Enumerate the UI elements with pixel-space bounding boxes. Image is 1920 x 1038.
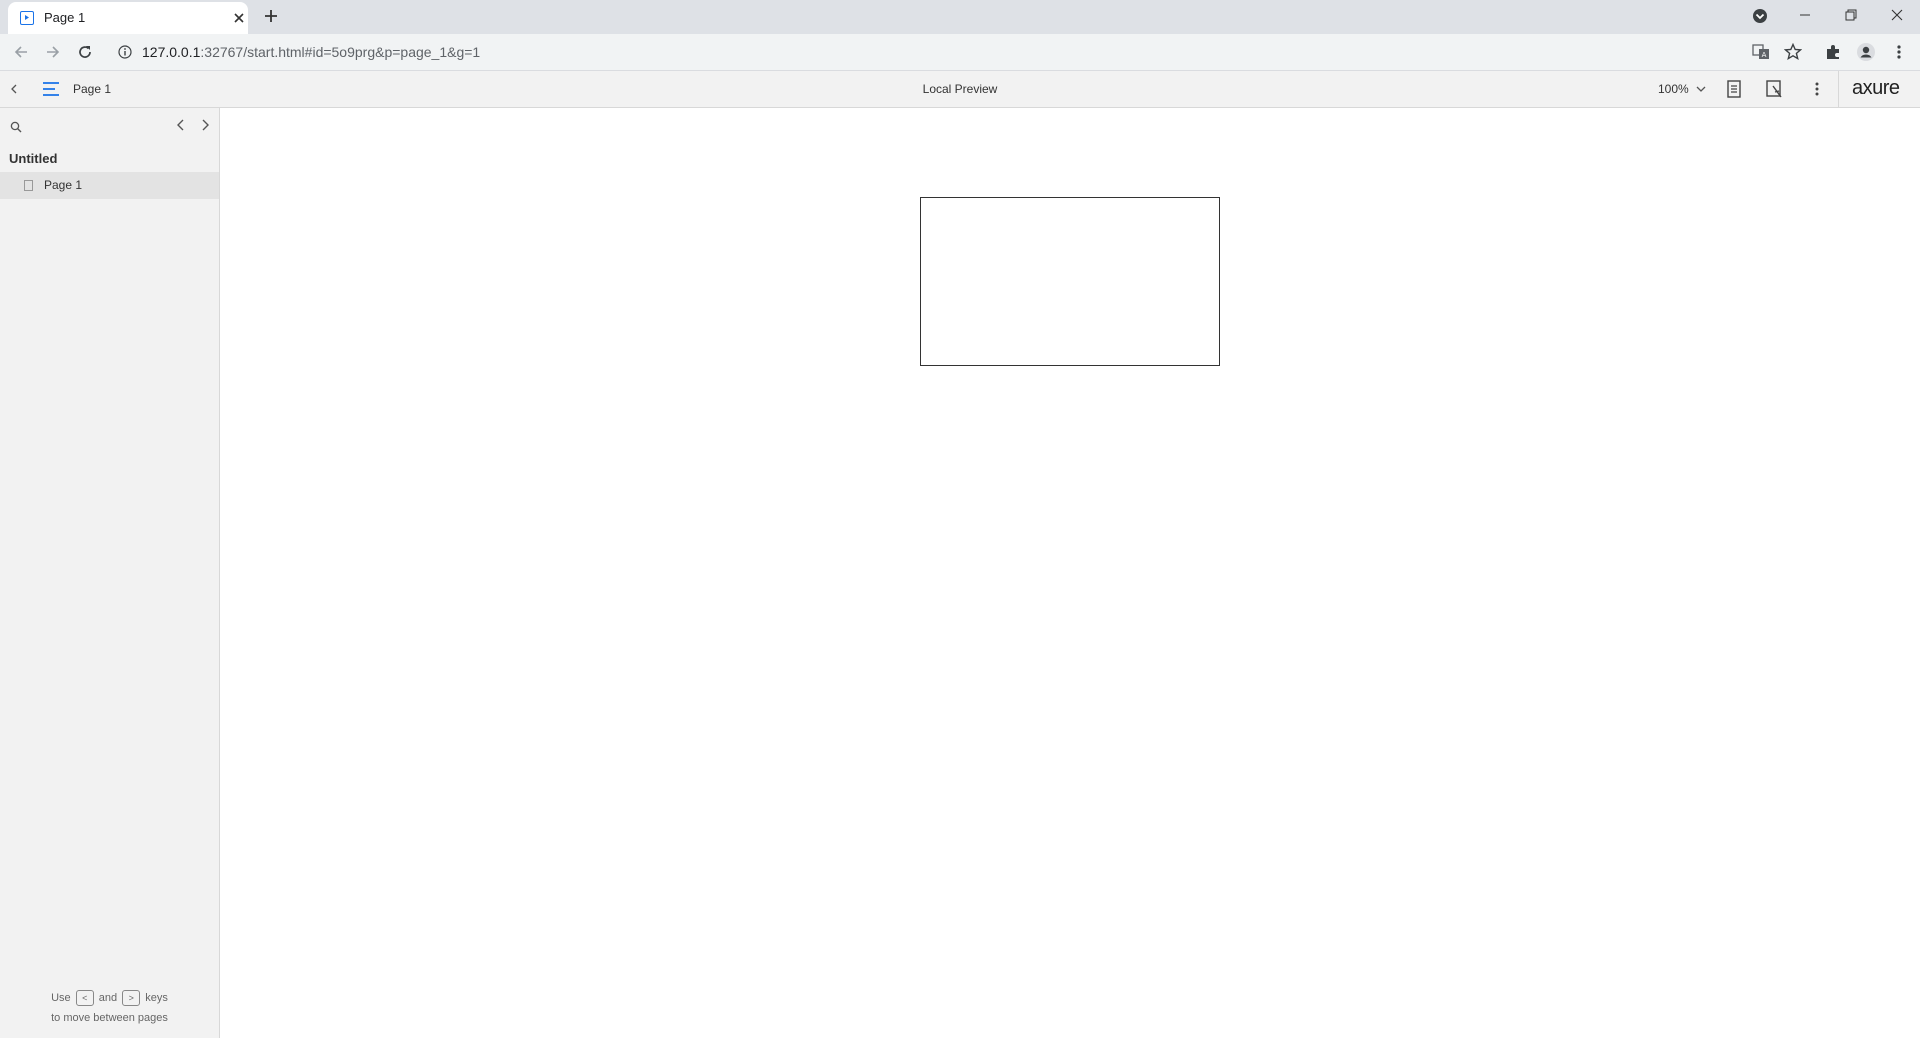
reload-icon[interactable] — [74, 41, 96, 63]
address-bar[interactable]: 127.0.0.1:32767/start.html#id=5o9prg&p=p… — [108, 38, 1788, 66]
sitemap-page-label: Page 1 — [44, 178, 83, 192]
tab-search-icon[interactable] — [1750, 6, 1770, 26]
axure-preview-icon — [20, 11, 34, 25]
keyboard-hint-line-2: to move between pages — [51, 1012, 168, 1024]
rectangle-widget — [920, 197, 1220, 366]
close-window-icon[interactable] — [1874, 0, 1920, 30]
arrow-right-icon[interactable] — [42, 41, 64, 63]
url-host: 127.0.0.1 — [142, 44, 201, 60]
browser-tab[interactable]: Page 1 — [8, 2, 248, 34]
zoom-value: 100% — [1658, 82, 1689, 96]
prototype-canvas — [220, 108, 1920, 1038]
star-icon[interactable] — [1784, 43, 1802, 61]
svg-text:A: A — [1762, 51, 1767, 59]
close-tab-icon[interactable] — [230, 9, 248, 27]
keyboard-hint: Use < and > keys to move between pages — [0, 988, 219, 1028]
inspect-icon[interactable] — [1766, 80, 1784, 98]
right-arrow-key-icon: > — [122, 990, 141, 1007]
next-page-icon[interactable] — [198, 118, 212, 132]
arrow-left-icon[interactable] — [10, 41, 32, 63]
sitemap-sidebar: Untitled Page 1 Use < and > keys to move… — [0, 108, 220, 1038]
browser-tab-strip: Page 1 — [0, 0, 1920, 34]
notes-icon[interactable] — [1726, 80, 1742, 98]
zoom-dropdown[interactable]: 100% — [1650, 76, 1710, 102]
sitemap-page-item[interactable]: Page 1 — [0, 172, 219, 199]
axure-header: Local Preview Page 1 100% axure — [0, 71, 1920, 108]
info-icon[interactable] — [118, 45, 132, 59]
preview-label: Local Preview — [922, 82, 998, 96]
tab-title: Page 1 — [44, 10, 86, 25]
translate-icon[interactable]: A — [1752, 43, 1770, 61]
chevron-down-icon — [1696, 85, 1706, 93]
search-icon[interactable] — [10, 121, 22, 133]
hamburger-menu-icon[interactable] — [42, 81, 60, 97]
page-icon — [24, 180, 33, 191]
restore-icon[interactable] — [1828, 0, 1874, 30]
new-tab-icon[interactable] — [262, 7, 280, 25]
puzzle-icon[interactable] — [1824, 43, 1842, 61]
previous-page-icon[interactable] — [174, 118, 188, 132]
browser-toolbar: 127.0.0.1:32767/start.html#id=5o9prg&p=p… — [0, 34, 1920, 71]
keyboard-hint-line-1: Use < and > keys — [0, 988, 219, 1008]
axure-logo: axure — [1852, 77, 1900, 99]
kebab-menu-icon[interactable] — [1890, 43, 1908, 61]
minimize-icon[interactable] — [1782, 0, 1828, 30]
collapse-sidebar-icon[interactable] — [8, 83, 20, 95]
project-title: Untitled — [9, 151, 58, 166]
hint-and: and — [98, 992, 118, 1004]
profile-icon[interactable] — [1856, 42, 1876, 62]
left-arrow-key-icon: < — [75, 990, 94, 1007]
more-options-icon[interactable] — [1808, 80, 1826, 98]
hint-keys: keys — [145, 992, 168, 1004]
current-page-title: Page 1 — [73, 82, 112, 96]
logo-separator — [1838, 71, 1839, 107]
url-text: 127.0.0.1:32767/start.html#id=5o9prg&p=p… — [142, 44, 480, 60]
url-path: :32767/start.html#id=5o9prg&p=page_1&g=1 — [200, 44, 481, 60]
hint-use: Use — [51, 992, 71, 1004]
